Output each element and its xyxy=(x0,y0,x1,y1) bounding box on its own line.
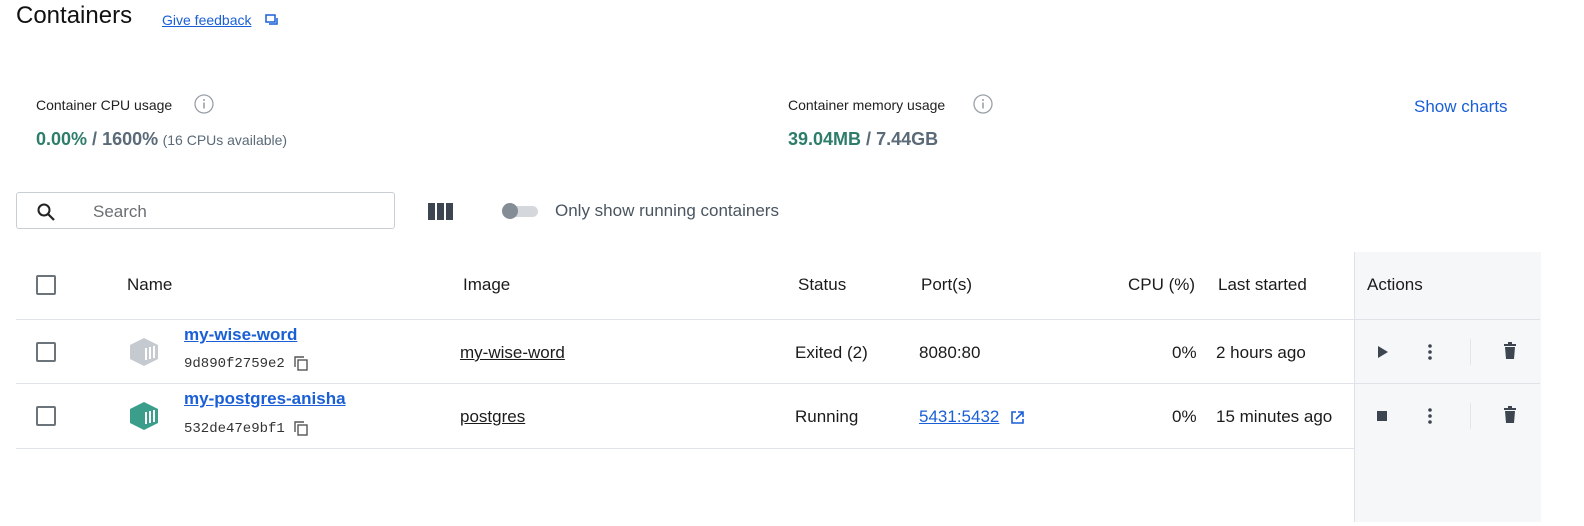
container-icon xyxy=(130,402,158,430)
action-divider xyxy=(1470,403,1471,429)
delete-icon[interactable] xyxy=(1500,341,1520,361)
copy-icon[interactable] xyxy=(294,356,308,371)
copy-icon[interactable] xyxy=(294,421,308,436)
running-only-toggle[interactable] xyxy=(500,203,538,219)
give-feedback-link[interactable]: Give feedback xyxy=(162,12,252,28)
page-title: Containers xyxy=(16,2,133,29)
column-header-name[interactable]: Name xyxy=(127,275,172,295)
last-started: 15 minutes ago xyxy=(1216,407,1333,426)
container-name-link[interactable]: my-wise-word xyxy=(184,325,297,345)
cpu-percent: 0% xyxy=(1172,407,1197,426)
delete-icon[interactable] xyxy=(1500,405,1520,425)
memory-usage-label: Container memory usage xyxy=(788,97,946,113)
row-divider xyxy=(16,448,1354,449)
row-checkbox[interactable] xyxy=(36,342,56,362)
ports-link[interactable]: 5431:5432 xyxy=(919,407,999,427)
container-id: 532de47e9bf1 xyxy=(184,421,285,437)
column-header-cpu[interactable]: CPU (%) xyxy=(1128,275,1195,295)
cpu-percent: 0% xyxy=(1172,343,1197,362)
show-charts-button[interactable]: Show charts xyxy=(1414,97,1508,117)
cpu-usage-label: Container CPU usage xyxy=(36,97,173,113)
column-header-status[interactable]: Status xyxy=(798,275,846,295)
cpu-usage-separator: / xyxy=(87,129,103,149)
column-header-actions: Actions xyxy=(1367,275,1423,294)
columns-icon[interactable] xyxy=(428,203,453,220)
search-box[interactable] xyxy=(16,192,395,229)
last-started: 2 hours ago xyxy=(1216,343,1306,362)
cpu-available-note: (16 CPUs available) xyxy=(162,132,288,148)
memory-usage-value: 39.04MB / 7.44GB xyxy=(788,129,938,150)
memory-usage-total: 7.44GB xyxy=(876,129,939,149)
image-link[interactable]: postgres xyxy=(460,407,525,427)
memory-usage-separator: / xyxy=(861,129,877,149)
search-input[interactable] xyxy=(91,199,385,225)
more-options-icon[interactable] xyxy=(1420,342,1440,362)
row-checkbox[interactable] xyxy=(36,406,56,426)
ports-text: 8080:80 xyxy=(919,343,981,362)
column-header-ports[interactable]: Port(s) xyxy=(921,275,972,295)
status-text: Running xyxy=(795,407,859,426)
status-text: Exited (2) xyxy=(795,343,868,362)
more-options-icon[interactable] xyxy=(1420,406,1440,426)
play-icon[interactable] xyxy=(1372,342,1392,362)
memory-info-icon[interactable] xyxy=(973,94,993,114)
select-all-checkbox[interactable] xyxy=(36,275,56,295)
action-divider xyxy=(1470,339,1471,365)
feedback-icon[interactable] xyxy=(265,13,279,27)
container-name-link[interactable]: my-postgres-anisha xyxy=(184,389,346,409)
stop-icon[interactable] xyxy=(1372,406,1392,426)
cpu-usage-total: 1600% xyxy=(102,129,159,149)
search-icon xyxy=(37,203,55,221)
column-header-image[interactable]: Image xyxy=(463,275,510,295)
cpu-info-icon[interactable] xyxy=(194,94,214,114)
image-link[interactable]: my-wise-word xyxy=(460,343,565,363)
external-link-icon[interactable] xyxy=(1010,410,1025,425)
memory-usage-current: 39.04MB xyxy=(788,129,862,149)
container-id: 9d890f2759e2 xyxy=(184,356,285,372)
column-header-last-started[interactable]: Last started xyxy=(1218,275,1307,295)
running-only-label: Only show running containers xyxy=(555,201,779,220)
cpu-usage-value: 0.00% / 1600% (16 CPUs available) xyxy=(36,129,287,150)
container-icon xyxy=(130,338,158,366)
cpu-usage-current: 0.00% xyxy=(36,129,88,149)
